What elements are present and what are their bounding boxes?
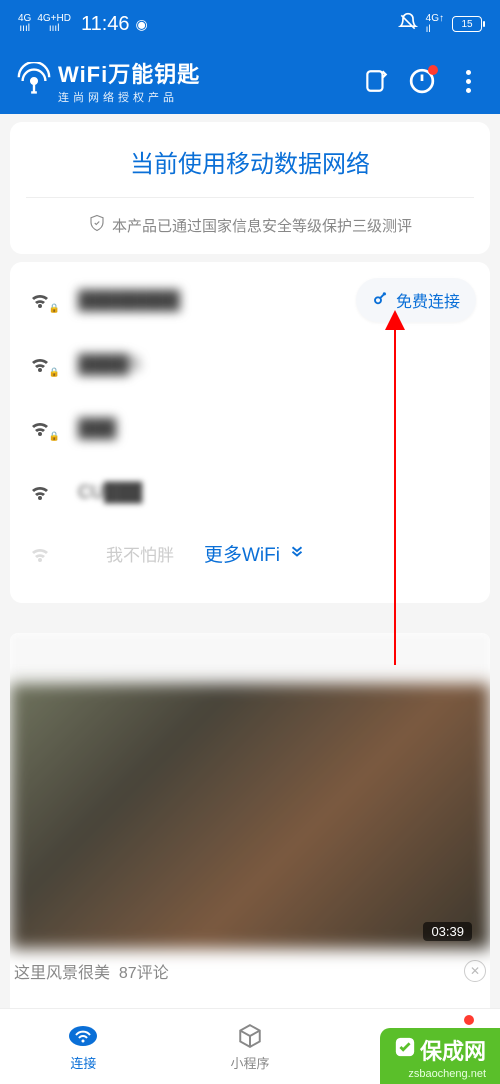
app-header: WiFi万能钥匙 连尚网络授权产品: [0, 48, 500, 114]
wifi-item[interactable]: 🔒 ████████ 免费连接: [10, 268, 490, 332]
notification-dot-icon: [428, 65, 438, 75]
nav-connect[interactable]: 连接: [0, 1009, 167, 1084]
wifi-nav-icon: [68, 1021, 98, 1051]
signal-2-icon: 4G+HDıııl: [37, 14, 71, 34]
key-icon: [372, 289, 390, 312]
file-button[interactable]: [358, 63, 394, 99]
status-bar: 4Gıııl 4G+HDıııl 11:46 ◉ 4G↑ıl 15: [0, 0, 500, 48]
app-logo-icon: [14, 61, 54, 101]
lock-icon: 🔒: [49, 367, 60, 378]
wifi-icon: 🔒: [28, 352, 56, 376]
app-subtitle: 连尚网络授权产品: [58, 89, 348, 105]
wifi-icon: 🔒: [28, 416, 56, 440]
notification-dot-icon: [464, 1015, 474, 1025]
wifi-item[interactable]: 🔒 ███: [10, 396, 490, 460]
clock: 11:46: [81, 13, 130, 36]
weak-wifi-label: 我不怕胖: [106, 541, 174, 566]
feed-comments[interactable]: 87评论: [119, 959, 169, 983]
speed-button[interactable]: [404, 63, 440, 99]
wifi-icon: [28, 480, 56, 504]
feed-thumbnail[interactable]: [10, 683, 490, 949]
video-duration: 03:39: [423, 922, 472, 941]
mute-icon: [398, 12, 418, 36]
signal-top-icon: 4G↑ıl: [426, 13, 444, 35]
battery-icon: 15: [452, 16, 482, 32]
more-wifi-button[interactable]: 更多WiFi: [204, 540, 306, 567]
app-title: WiFi万能钥匙: [58, 57, 348, 89]
wifi-list: 🔒 ████████ 免费连接 🔒 ████S 🔒 ███ CU███: [10, 262, 490, 603]
wifi-item[interactable]: CU███: [10, 460, 490, 524]
feed-header: [10, 633, 490, 677]
more-wifi-row: 我不怕胖 更多WiFi: [10, 524, 490, 583]
shield-icon: [88, 214, 106, 236]
feed-caption-row: 这里风景很美 87评论 ✕: [10, 949, 490, 993]
wifi-ssid: CU███: [78, 482, 142, 503]
wifi-ssid: ███: [78, 418, 116, 439]
feed-close-button[interactable]: ✕: [464, 960, 486, 982]
news-feed: 03:39 这里风景很美 87评论 ✕: [10, 633, 490, 1053]
wifi-ssid: ████████: [78, 290, 180, 311]
network-status: 当前使用移动数据网络: [10, 122, 490, 197]
lock-icon: 🔒: [49, 431, 60, 442]
free-connect-button[interactable]: 免费连接: [356, 278, 476, 322]
wifi-weak-icon: [28, 542, 56, 566]
signal-1-icon: 4Gıııl: [18, 14, 31, 34]
watermark: 保成网 zsbaocheng.net: [380, 1028, 500, 1084]
checkmark-icon: [394, 1036, 416, 1064]
cube-icon: [235, 1021, 265, 1051]
wifi-ssid: ████S: [78, 354, 141, 375]
sync-icon: ◉: [136, 16, 148, 33]
wifi-icon: 🔒: [28, 288, 56, 312]
network-banner-card: 当前使用移动数据网络 本产品已通过国家信息安全等级保护三级测评: [10, 122, 490, 254]
wifi-item[interactable]: 🔒 ████S: [10, 332, 490, 396]
security-notice: 本产品已通过国家信息安全等级保护三级测评: [10, 198, 490, 254]
feed-caption[interactable]: 这里风景很美: [14, 959, 110, 983]
chevron-double-down-icon: [288, 542, 306, 566]
lock-icon: 🔒: [49, 303, 60, 314]
menu-button[interactable]: [450, 63, 486, 99]
nav-miniapp[interactable]: 小程序: [167, 1009, 334, 1084]
